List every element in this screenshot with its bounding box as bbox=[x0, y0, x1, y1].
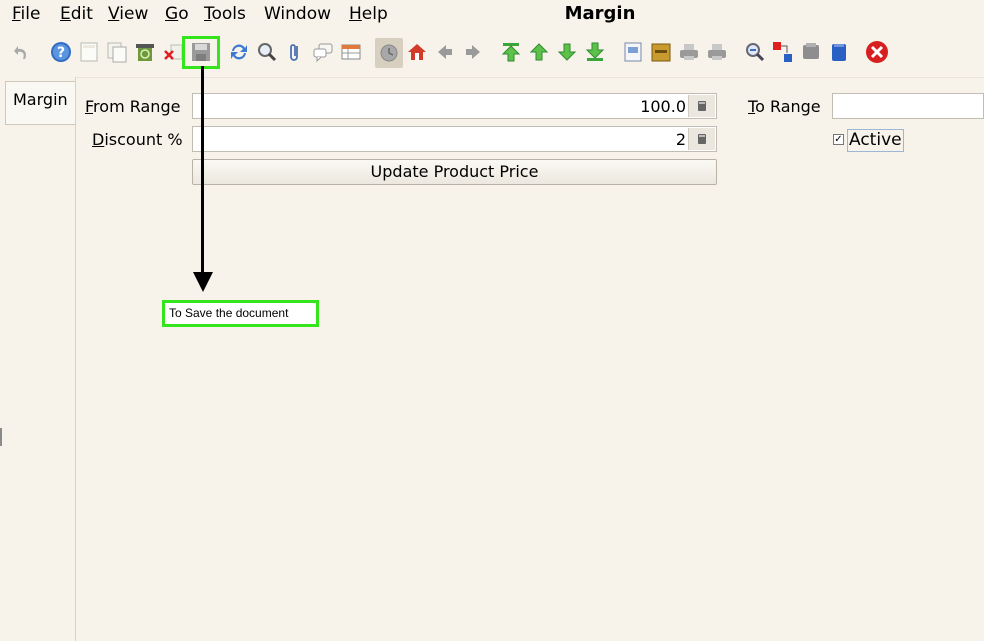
chat-icon[interactable] bbox=[311, 39, 335, 65]
first-record-icon[interactable] bbox=[499, 39, 523, 65]
undo-icon[interactable] bbox=[10, 39, 34, 65]
find-icon[interactable] bbox=[255, 39, 279, 65]
menu-bar: File Edit View Go Tools Window Help Marg… bbox=[0, 0, 984, 30]
zoom-across-icon[interactable] bbox=[743, 39, 767, 65]
toolbar: ? bbox=[0, 36, 984, 70]
last-record-icon[interactable] bbox=[583, 39, 607, 65]
tab-panel: Margin bbox=[0, 77, 76, 641]
discount-label: Discount % bbox=[92, 130, 183, 149]
grid-toggle-icon[interactable] bbox=[339, 39, 363, 65]
forward-icon[interactable] bbox=[461, 39, 485, 65]
window-edge bbox=[0, 428, 2, 446]
archive-icon[interactable] bbox=[649, 39, 673, 65]
close-window-icon[interactable] bbox=[865, 39, 889, 65]
print-icon[interactable] bbox=[705, 39, 729, 65]
svg-text:?: ? bbox=[57, 45, 65, 61]
print-preview-icon[interactable] bbox=[677, 39, 701, 65]
calculator-icon[interactable] bbox=[688, 95, 715, 117]
lock-icon[interactable] bbox=[827, 39, 851, 65]
divider bbox=[75, 77, 76, 641]
discount-field[interactable]: 2 bbox=[192, 126, 717, 152]
annotation-arrowhead bbox=[193, 272, 213, 292]
new-record-icon[interactable] bbox=[77, 39, 101, 65]
to-range-field[interactable] bbox=[832, 93, 984, 119]
back-icon[interactable] bbox=[433, 39, 457, 65]
report-icon[interactable] bbox=[621, 39, 645, 65]
attachment-icon[interactable] bbox=[283, 39, 307, 65]
calculator-icon[interactable] bbox=[688, 128, 715, 150]
history-icon[interactable] bbox=[375, 38, 403, 68]
to-range-label: To Range bbox=[748, 97, 821, 116]
from-range-label: From Range bbox=[85, 97, 181, 116]
home-icon[interactable] bbox=[405, 39, 429, 65]
from-range-field[interactable]: 100.0 bbox=[192, 93, 717, 119]
refresh-icon[interactable] bbox=[227, 39, 251, 65]
from-range-value: 100.0 bbox=[640, 97, 686, 116]
active-label[interactable]: Active bbox=[847, 129, 904, 152]
annotation-arrow bbox=[201, 66, 204, 278]
previous-record-icon[interactable] bbox=[527, 39, 551, 65]
product-info-icon[interactable] bbox=[799, 39, 823, 65]
recycle-icon[interactable] bbox=[133, 39, 157, 65]
tab-margin[interactable]: Margin bbox=[5, 81, 75, 125]
annotation-callout: To Save the document bbox=[162, 300, 319, 327]
active-checkbox[interactable]: ✓ bbox=[833, 134, 844, 145]
discount-value: 2 bbox=[675, 130, 686, 149]
save-highlight-box bbox=[182, 36, 220, 69]
copy-record-icon[interactable] bbox=[105, 39, 129, 65]
window-title: Margin bbox=[564, 3, 636, 24]
next-record-icon[interactable] bbox=[555, 39, 579, 65]
update-product-price-button[interactable]: Update Product Price bbox=[192, 159, 717, 185]
help-icon[interactable]: ? bbox=[49, 39, 73, 65]
divider bbox=[76, 77, 984, 78]
workflow-icon[interactable] bbox=[771, 39, 795, 65]
